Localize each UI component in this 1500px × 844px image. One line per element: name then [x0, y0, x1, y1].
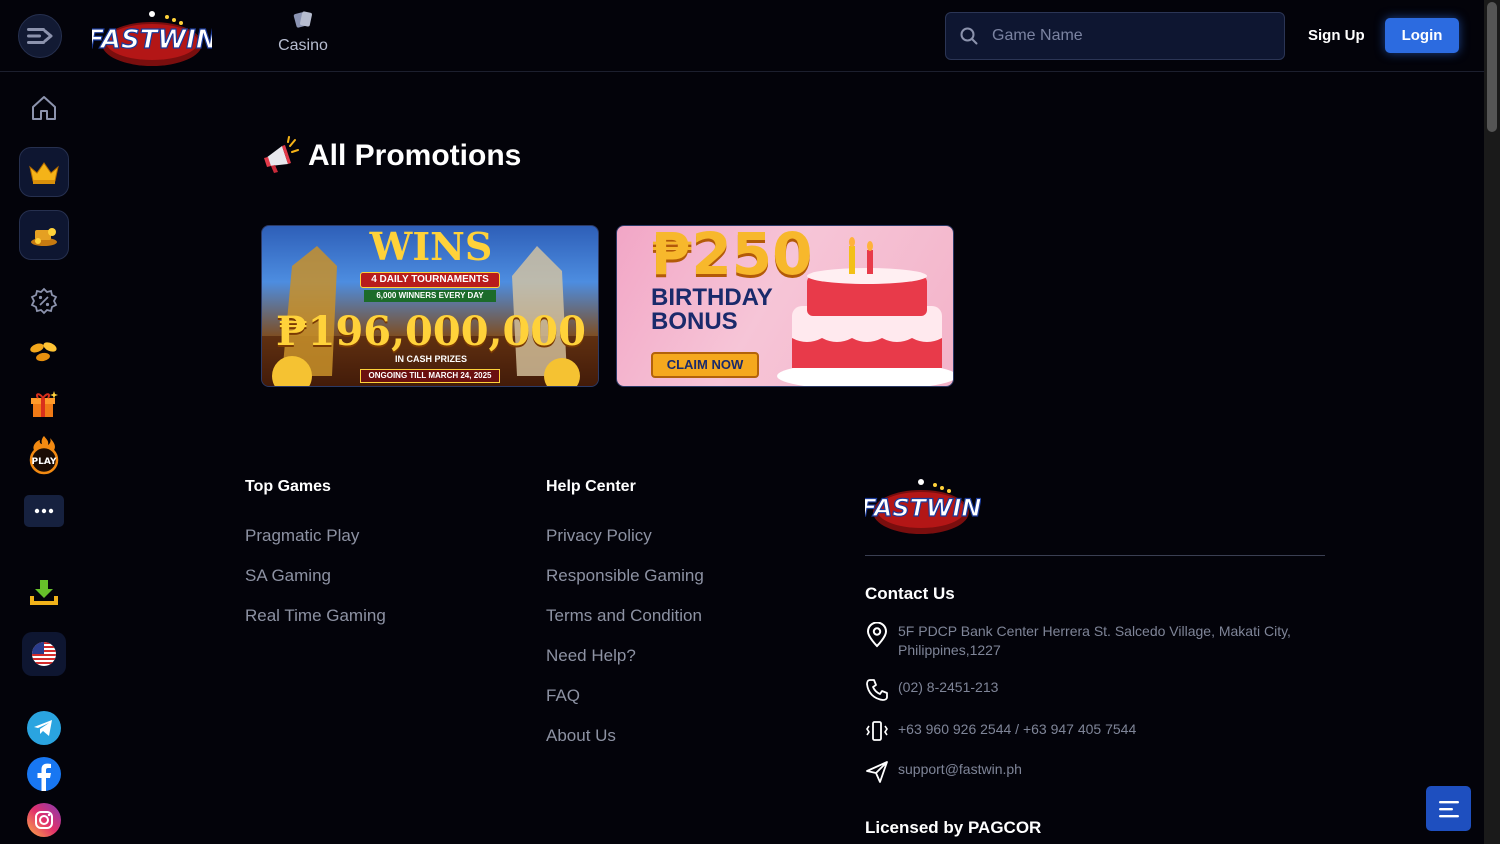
sidebar: PLAY	[0, 73, 88, 844]
coins-icon	[30, 342, 57, 362]
search-icon	[960, 27, 978, 45]
footer-contact: FASTWIN Contact Us 5F PDCP Bank Center H…	[860, 474, 1325, 838]
contact-mobile[interactable]: +63 960 926 2544 / +63 947 405 7544	[898, 720, 1136, 739]
sidebar-item-download[interactable]	[0, 578, 88, 606]
facebook-icon	[27, 757, 61, 791]
promo2-amount: ₱250	[651, 225, 813, 288]
crown-icon	[29, 162, 59, 184]
search-box[interactable]	[945, 12, 1285, 60]
contact-mobile-row: +63 960 926 2544 / +63 947 405 7544	[865, 720, 1325, 742]
sidebar-toggle-button[interactable]	[18, 14, 62, 58]
sidebar-item-telegram[interactable]	[0, 710, 88, 746]
footer-top-games: Top Games Pragmatic Play SA Gaming Real …	[245, 478, 386, 646]
contact-address-row: 5F PDCP Bank Center Herrera St. Salcedo …	[865, 622, 1325, 660]
contact-email-row: support@fastwin.ph	[865, 760, 1325, 784]
footer-top-games-title: Top Games	[245, 478, 331, 495]
svg-text:PLAY: PLAY	[32, 457, 57, 467]
home-icon	[32, 96, 56, 120]
contact-title: Contact Us	[865, 584, 955, 603]
chat-menu-button[interactable]	[1426, 786, 1471, 831]
page-title: All Promotions	[260, 136, 521, 176]
search-input[interactable]	[992, 27, 1262, 45]
sidebar-item-home[interactable]	[0, 93, 88, 123]
svg-text:FASTWIN: FASTWIN	[865, 494, 981, 522]
sign-up-button[interactable]: Sign Up	[1308, 22, 1365, 50]
footer-link-pragmatic-play[interactable]: Pragmatic Play	[245, 526, 386, 547]
menu-arrow-icon	[27, 28, 53, 44]
mobile-vibrate-icon	[866, 721, 888, 741]
promo1-line1: 4 DAILY TOURNAMENTS	[360, 272, 500, 288]
tab-casino[interactable]: Casino	[270, 10, 336, 62]
promo1-amount: ₱196,000,000	[276, 308, 586, 355]
licensed-text: Licensed by PAGCOR	[865, 818, 1042, 837]
send-icon	[866, 761, 888, 783]
sidebar-item-coins[interactable]	[0, 339, 88, 365]
cards-icon	[293, 11, 312, 28]
instagram-icon	[27, 803, 61, 837]
promo1-line4: ONGOING TILL MARCH 24, 2025	[360, 369, 500, 383]
footer-link-need-help[interactable]: Need Help?	[546, 646, 704, 667]
sidebar-item-language[interactable]	[0, 632, 88, 676]
fastwin-logo[interactable]: FASTWIN	[86, 8, 218, 68]
sidebar-item-vip[interactable]	[0, 147, 88, 197]
treasure-icon	[31, 228, 57, 246]
sidebar-item-promotions[interactable]	[0, 287, 88, 315]
megaphone-icon	[264, 136, 299, 173]
footer-help-center: Help Center Privacy Policy Responsible G…	[546, 478, 704, 766]
footer-link-privacy-policy[interactable]: Privacy Policy	[546, 526, 704, 547]
menu-lines-icon	[1438, 800, 1459, 817]
footer-link-faq[interactable]: FAQ	[546, 686, 704, 707]
footer-link-terms[interactable]: Terms and Condition	[546, 606, 704, 627]
promo-banner-birthday[interactable]: ₱250 BIRTHDAY BONUS CLAIM NOW	[616, 225, 954, 387]
promo-banner-wins[interactable]: WINS 4 DAILY TOURNAMENTS 6,000 WINNERS E…	[261, 225, 599, 387]
top-bar: FASTWIN Casino Sign Up Login	[0, 0, 1484, 72]
promo-percent-icon	[30, 287, 58, 315]
sidebar-more-button[interactable]	[0, 495, 88, 527]
us-flag-icon	[32, 642, 56, 666]
footer-help-center-title: Help Center	[546, 478, 636, 495]
sidebar-item-facebook[interactable]	[0, 756, 88, 792]
svg-text:FASTWIN: FASTWIN	[92, 25, 212, 55]
login-button[interactable]: Login	[1385, 18, 1459, 53]
sidebar-item-gift[interactable]	[0, 388, 88, 420]
gift-icon	[31, 391, 58, 417]
sidebar-item-pragmatic-play[interactable]: PLAY	[0, 435, 88, 475]
sidebar-item-treasure[interactable]	[0, 210, 88, 260]
location-pin-icon	[866, 622, 888, 648]
promo2-claim-button[interactable]: CLAIM NOW	[651, 352, 759, 378]
pragmatic-play-icon: PLAY	[29, 436, 59, 475]
phone-icon	[866, 679, 888, 701]
footer-link-about-us[interactable]: About Us	[546, 726, 704, 747]
footer-divider	[865, 555, 1325, 556]
promo1-line2: 6,000 WINNERS EVERY DAY	[364, 290, 496, 302]
promo2-title2: BONUS	[651, 308, 738, 335]
contact-address: 5F PDCP Bank Center Herrera St. Salcedo …	[898, 623, 1291, 658]
page-scrollbar[interactable]	[1484, 0, 1500, 844]
promo1-headline: WINS	[369, 225, 493, 269]
scrollbar-thumb[interactable]	[1487, 2, 1497, 132]
page-title-text: All Promotions	[308, 139, 522, 172]
footer-fastwin-logo: FASTWIN	[860, 479, 982, 534]
telegram-icon	[27, 711, 61, 745]
download-icon	[30, 580, 58, 605]
contact-phone-row: (02) 8-2451-213	[865, 678, 1325, 702]
footer-link-responsible-gaming[interactable]: Responsible Gaming	[546, 566, 704, 587]
footer-link-sa-gaming[interactable]: SA Gaming	[245, 566, 386, 587]
contact-email[interactable]: support@fastwin.ph	[898, 760, 1022, 779]
contact-phone[interactable]: (02) 8-2451-213	[898, 678, 998, 697]
footer-link-real-time-gaming[interactable]: Real Time Gaming	[245, 606, 386, 627]
tab-casino-label: Casino	[278, 37, 328, 54]
sidebar-item-instagram[interactable]	[0, 802, 88, 838]
promo1-line3: IN CASH PRIZES	[394, 354, 467, 364]
more-icon	[34, 508, 54, 514]
